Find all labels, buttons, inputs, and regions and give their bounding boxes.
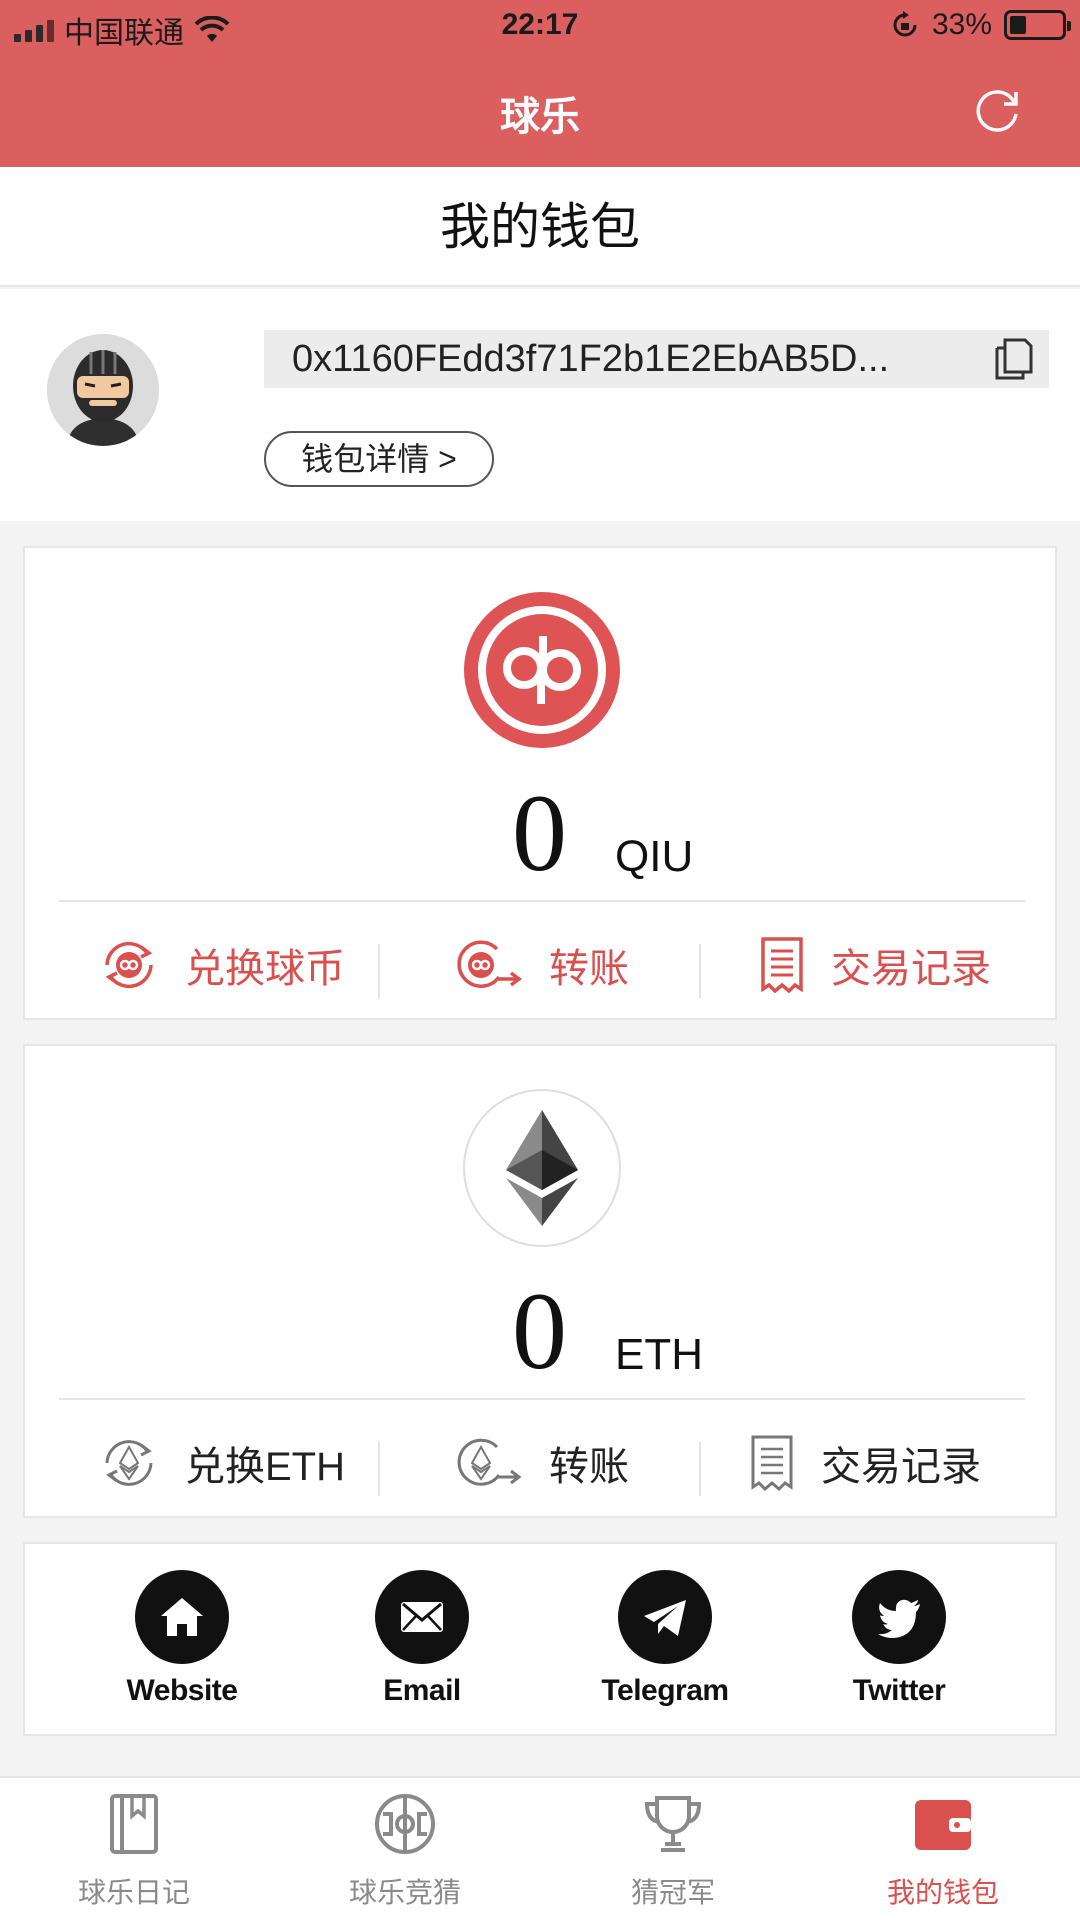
qiu-actions: 兑换球币 转账 交易记录 (25, 920, 1059, 1010)
qiu-history-label: 交易记录 (831, 947, 991, 991)
trophy-icon (644, 1796, 702, 1852)
qiu-amount: 0 (512, 772, 567, 894)
pitch-icon (375, 1794, 435, 1854)
mail-icon (401, 1602, 443, 1632)
home-icon (161, 1598, 203, 1636)
wallet-detail-button[interactable]: 钱包详情 > (264, 431, 494, 487)
eth-logo-icon (463, 1089, 621, 1247)
top-bar: 中国联通 22:17 33% 球乐 (0, 0, 1080, 167)
avatar-image (47, 334, 159, 446)
battery-percent: 33% (931, 8, 992, 41)
refresh-icon[interactable] (972, 84, 1024, 136)
tab-wallet-label: 我的钱包 (886, 1877, 999, 1908)
eth-actions: 兑换ETH 转账 交易记录 (25, 1418, 1059, 1508)
transfer-qiu-button[interactable]: 转账 (453, 920, 629, 1010)
qiu-coin-card: 0 QIU 兑换球币 转账 交易记录 (23, 546, 1057, 1020)
tab-champion-label: 猜冠军 (630, 1877, 715, 1908)
receipt-icon (761, 937, 803, 994)
transfer-qiu-label: 转账 (549, 947, 629, 991)
social-links-card: Website Email Telegram Twitter (23, 1542, 1057, 1736)
battery-icon (1004, 10, 1071, 40)
transfer-eth-label: 转账 (549, 1445, 629, 1489)
exchange-qiu-label: 兑换球币 (185, 947, 345, 991)
transfer-qiu-icon (457, 940, 522, 988)
eth-coin-card: 0 ETH 兑换ETH 转账 交易记录 (23, 1044, 1057, 1518)
divider (59, 1398, 1025, 1400)
status-bar: 中国联通 22:17 33% (0, 0, 1080, 54)
eth-history-button[interactable]: 交易记录 (749, 1418, 981, 1508)
website-label: Website (126, 1674, 238, 1707)
rotation-lock-icon (893, 11, 917, 37)
tab-diary[interactable]: 球乐日记 (34, 1792, 234, 1911)
exchange-eth-label: 兑换ETH (185, 1445, 345, 1489)
transfer-eth-button[interactable]: 转账 (453, 1418, 629, 1508)
telegram-label: Telegram (601, 1674, 729, 1707)
bottom-tab-bar: 球乐日记 球乐竞猜 猜冠军 我的钱包 (0, 1776, 1080, 1920)
website-link[interactable]: Website (97, 1570, 267, 1708)
separator (699, 1442, 701, 1496)
transfer-eth-icon (457, 1438, 522, 1486)
twitter-link[interactable]: Twitter (814, 1570, 984, 1708)
wallet-icon (915, 1800, 971, 1850)
wallet-header: 0x1160FEdd3f71F2b1E2EbAB5D... 钱包详情 > (0, 289, 1080, 521)
copy-icon[interactable] (991, 336, 1035, 382)
qiu-balance: 0 QIU (25, 770, 1059, 894)
qiu-unit: QIU (615, 832, 694, 881)
tab-diary-label: 球乐日记 (77, 1877, 190, 1908)
separator (378, 944, 380, 998)
tab-wallet[interactable]: 我的钱包 (843, 1792, 1043, 1911)
email-label: Email (383, 1674, 461, 1707)
separator (699, 944, 701, 998)
tab-guess-label: 球乐竞猜 (348, 1877, 461, 1908)
twitter-label: Twitter (852, 1674, 946, 1707)
exchange-qiu-icon (105, 941, 153, 989)
receipt-icon (751, 1435, 793, 1492)
page-title: 我的钱包 (0, 167, 1080, 287)
exchange-eth-button[interactable]: 兑换ETH (99, 1418, 345, 1508)
nav-title: 球乐 (500, 95, 580, 139)
divider (59, 900, 1025, 902)
exchange-eth-icon (105, 1440, 153, 1486)
wallet-address: 0x1160FEdd3f71F2b1E2EbAB5D... (292, 338, 890, 380)
qiu-history-button[interactable]: 交易记录 (759, 920, 991, 1010)
tab-champion[interactable]: 猜冠军 (573, 1792, 773, 1911)
telegram-link[interactable]: Telegram (580, 1570, 750, 1708)
book-icon (110, 1794, 158, 1854)
exchange-qiu-button[interactable]: 兑换球币 (99, 920, 345, 1010)
tab-guess[interactable]: 球乐竞猜 (305, 1792, 505, 1911)
email-link[interactable]: Email (337, 1570, 507, 1708)
eth-history-label: 交易记录 (821, 1445, 981, 1489)
separator (378, 1442, 380, 1496)
eth-amount: 0 (512, 1270, 567, 1392)
eth-unit: ETH (615, 1330, 703, 1379)
twitter-icon (878, 1599, 920, 1638)
telegram-icon (644, 1600, 686, 1636)
qiu-logo-icon (464, 592, 620, 748)
wallet-address-box[interactable]: 0x1160FEdd3f71F2b1E2EbAB5D... (264, 330, 1049, 388)
avatar[interactable] (47, 334, 159, 446)
eth-balance: 0 ETH (25, 1268, 1059, 1392)
